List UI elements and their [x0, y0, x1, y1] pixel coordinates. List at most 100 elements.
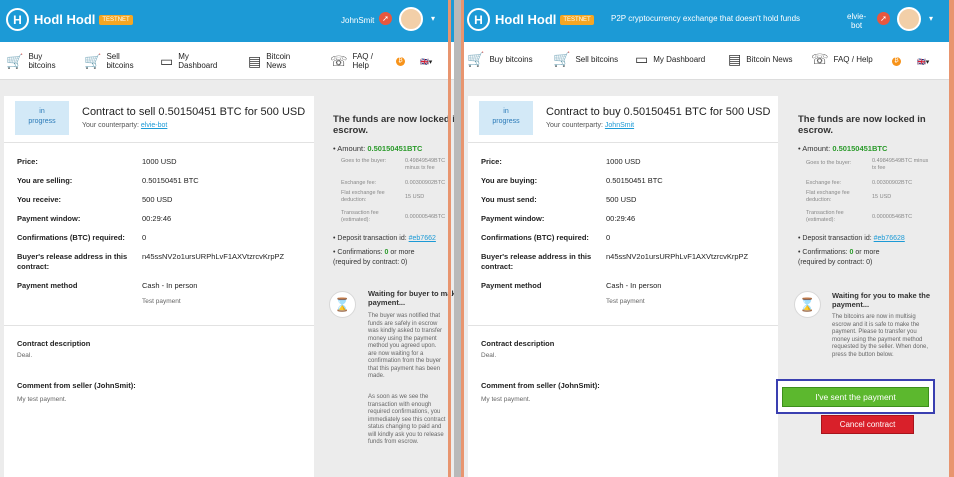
confirmations: • Confirmations: 0 or more (required by …	[798, 249, 880, 266]
logo[interactable]: H Hodl Hodl TESTNET	[6, 8, 133, 31]
avatar[interactable]	[897, 7, 921, 31]
nav-sell-bitcoins[interactable]: 🛒 Sell bitcoins	[553, 51, 618, 67]
deposit-label: Deposit transaction id:	[802, 235, 872, 242]
comment-heading: Comment from seller (JohnSmit):	[481, 381, 600, 390]
nav-label: Buy bitcoins	[489, 55, 533, 64]
deposit-link[interactable]: #eb76628	[874, 235, 905, 242]
sent-payment-button[interactable]: I've sent the payment	[782, 387, 929, 407]
contract-title: Contract to sell 0.50150451 BTC for 500 …	[82, 106, 306, 118]
method-label: Payment method	[481, 281, 542, 290]
nav-sell-bitcoins[interactable]: 🛒 Sell bitcoins	[84, 52, 134, 70]
header-bar: H Hodl Hodl TESTNET P2P cryptocurrency e…	[461, 0, 954, 42]
hodlhodl-logo-icon: H	[6, 8, 29, 31]
fee-value: 0.49849549BTC minus tx fee	[405, 158, 446, 171]
conf-label: Confirmations:	[337, 249, 383, 256]
avatar[interactable]	[399, 7, 423, 31]
bitcoin-currency-icon[interactable]: ₿	[892, 57, 901, 66]
window-value: 00:29:46	[142, 214, 172, 223]
nav-label: Bitcoin News	[266, 52, 291, 70]
comment-text: My test payment.	[17, 396, 67, 403]
support-24-icon: ☏	[811, 51, 829, 67]
header-bar: H Hodl Hodl TESTNET JohnSmit ➚ ▾	[0, 0, 454, 42]
method-sub: Test payment	[142, 298, 181, 305]
price-label: Price:	[481, 157, 502, 166]
cancel-contract-button[interactable]: Cancel contract	[821, 415, 914, 434]
escrow-heading: The funds are now locked in escrow.	[798, 114, 926, 136]
fee-label: Exchange fee:	[341, 180, 377, 186]
amount-value: 0.50150451BTC	[832, 144, 888, 153]
fee-label: Flat exchange fee deduction:	[341, 190, 385, 203]
deposit-label: Deposit transaction id:	[337, 235, 407, 242]
rocket-icon[interactable]: ➚	[379, 12, 392, 25]
method-label: Payment method	[17, 281, 78, 290]
nav-my-dashboard[interactable]: ▭ My Dashboard	[160, 52, 217, 70]
price-value: 1000 USD	[606, 157, 641, 166]
address-label: Buyer's release address in this contract…	[17, 252, 128, 271]
nav-label: My Dashboard	[653, 55, 706, 64]
description-heading: Contract description	[481, 339, 555, 348]
deposit-link[interactable]: #eb7662	[409, 235, 436, 242]
method-value: Cash - In person	[142, 281, 198, 290]
nav-buy-bitcoins[interactable]: 🛒 Buy bitcoins	[6, 52, 56, 70]
contract-card: in progress Contract to sell 0.50150451 …	[4, 96, 314, 477]
main-nav: 🛒 Buy bitcoins 🛒 Sell bitcoins ▭ My Dashboa…	[461, 42, 954, 80]
deposit-tx: • Deposit transaction id: #eb76628	[798, 235, 905, 242]
newspaper-icon: ▤	[248, 52, 262, 69]
cart-icon: 🛒	[553, 51, 571, 67]
monitor-icon: ▭	[160, 52, 174, 69]
counterparty-link[interactable]: elvie-bot	[141, 122, 167, 129]
brand-name: Hodl Hodl	[34, 12, 96, 27]
window-label: Payment window:	[481, 214, 545, 223]
window-value: 00:29:46	[606, 214, 636, 223]
nav-label: FAQ / Help	[352, 52, 373, 70]
status-badge: in progress	[479, 101, 533, 135]
amount-value: 0.50150451BTC	[367, 144, 423, 153]
rocket-icon[interactable]: ➚	[877, 12, 890, 25]
send-label: You must send:	[481, 195, 537, 204]
testnet-badge: TESTNET	[99, 14, 133, 25]
logo[interactable]: H Hodl Hodl TESTNET	[467, 8, 594, 31]
nav-bitcoin-news[interactable]: ▤ Bitcoin News	[728, 51, 792, 67]
description-text: Deal.	[481, 352, 497, 359]
monitor-icon: ▭	[635, 51, 649, 67]
username[interactable]: elvie- bot	[847, 12, 866, 30]
chevron-down-icon[interactable]: ▾	[929, 14, 933, 23]
price-value: 1000 USD	[142, 157, 177, 166]
counterparty-link[interactable]: JohnSmit	[605, 122, 634, 129]
fee-label: Goes to the buyer:	[341, 158, 387, 164]
uk-flag-icon[interactable]: 🇬🇧▾	[420, 58, 432, 66]
main-nav: 🛒 Buy bitcoins 🛒 Sell bitcoins ▭ My Dashboa…	[0, 42, 454, 80]
nav-my-dashboard[interactable]: ▭ My Dashboard	[635, 51, 706, 67]
hourglass-icon: ⌛	[329, 291, 356, 318]
price-label: Price:	[17, 157, 38, 166]
escrow-panel: The funds are now locked in escrow. • Am…	[325, 96, 454, 477]
counterparty: Your counterparty: elvie-bot	[82, 122, 167, 129]
waiting-text: The buyer was notified that funds are sa…	[368, 313, 443, 379]
confirmations-value: 0	[142, 233, 147, 242]
amount-label: Amount:	[337, 144, 366, 153]
brand-name: Hodl Hodl	[495, 12, 557, 27]
nav-label: My Dashboard	[178, 52, 218, 70]
nav-bitcoin-news[interactable]: ▤ Bitcoin News	[248, 52, 290, 70]
contract-title: Contract to buy 0.50150451 BTC for 500 U…	[546, 106, 771, 118]
confirmations-value: 0	[606, 233, 611, 242]
fee-value: 0.00300902BTC	[405, 180, 446, 186]
bitcoin-currency-icon[interactable]: ₿	[396, 57, 405, 66]
accent-strip	[949, 0, 954, 477]
nav-label: Sell bitcoins	[106, 52, 134, 70]
chevron-down-icon[interactable]: ▾	[431, 14, 435, 23]
address-value: n45ssNV2o1ursURPhLvF1AXVtzrcvKrpPZ	[142, 252, 285, 261]
uk-flag-icon[interactable]: 🇬🇧▾	[917, 58, 929, 66]
nav-faq-help[interactable]: ☏ FAQ / Help	[330, 52, 373, 70]
username[interactable]: JohnSmit	[341, 16, 374, 25]
nav-faq-help[interactable]: ☏ FAQ / Help	[811, 51, 873, 67]
nav-buy-bitcoins[interactable]: 🛒 Buy bitcoins	[467, 52, 533, 66]
window-divider	[454, 0, 461, 477]
accent-strip	[448, 0, 451, 477]
deposit-tx: • Deposit transaction id: #eb7662	[333, 235, 436, 242]
left-window: H Hodl Hodl TESTNET JohnSmit ➚ ▾ 🛒 Buy bi…	[0, 0, 454, 477]
testnet-badge: TESTNET	[560, 14, 594, 25]
newspaper-icon: ▤	[728, 51, 742, 67]
accent-strip	[461, 0, 464, 477]
waiting-text: The bitcoins are now in multisig escrow …	[832, 314, 929, 358]
